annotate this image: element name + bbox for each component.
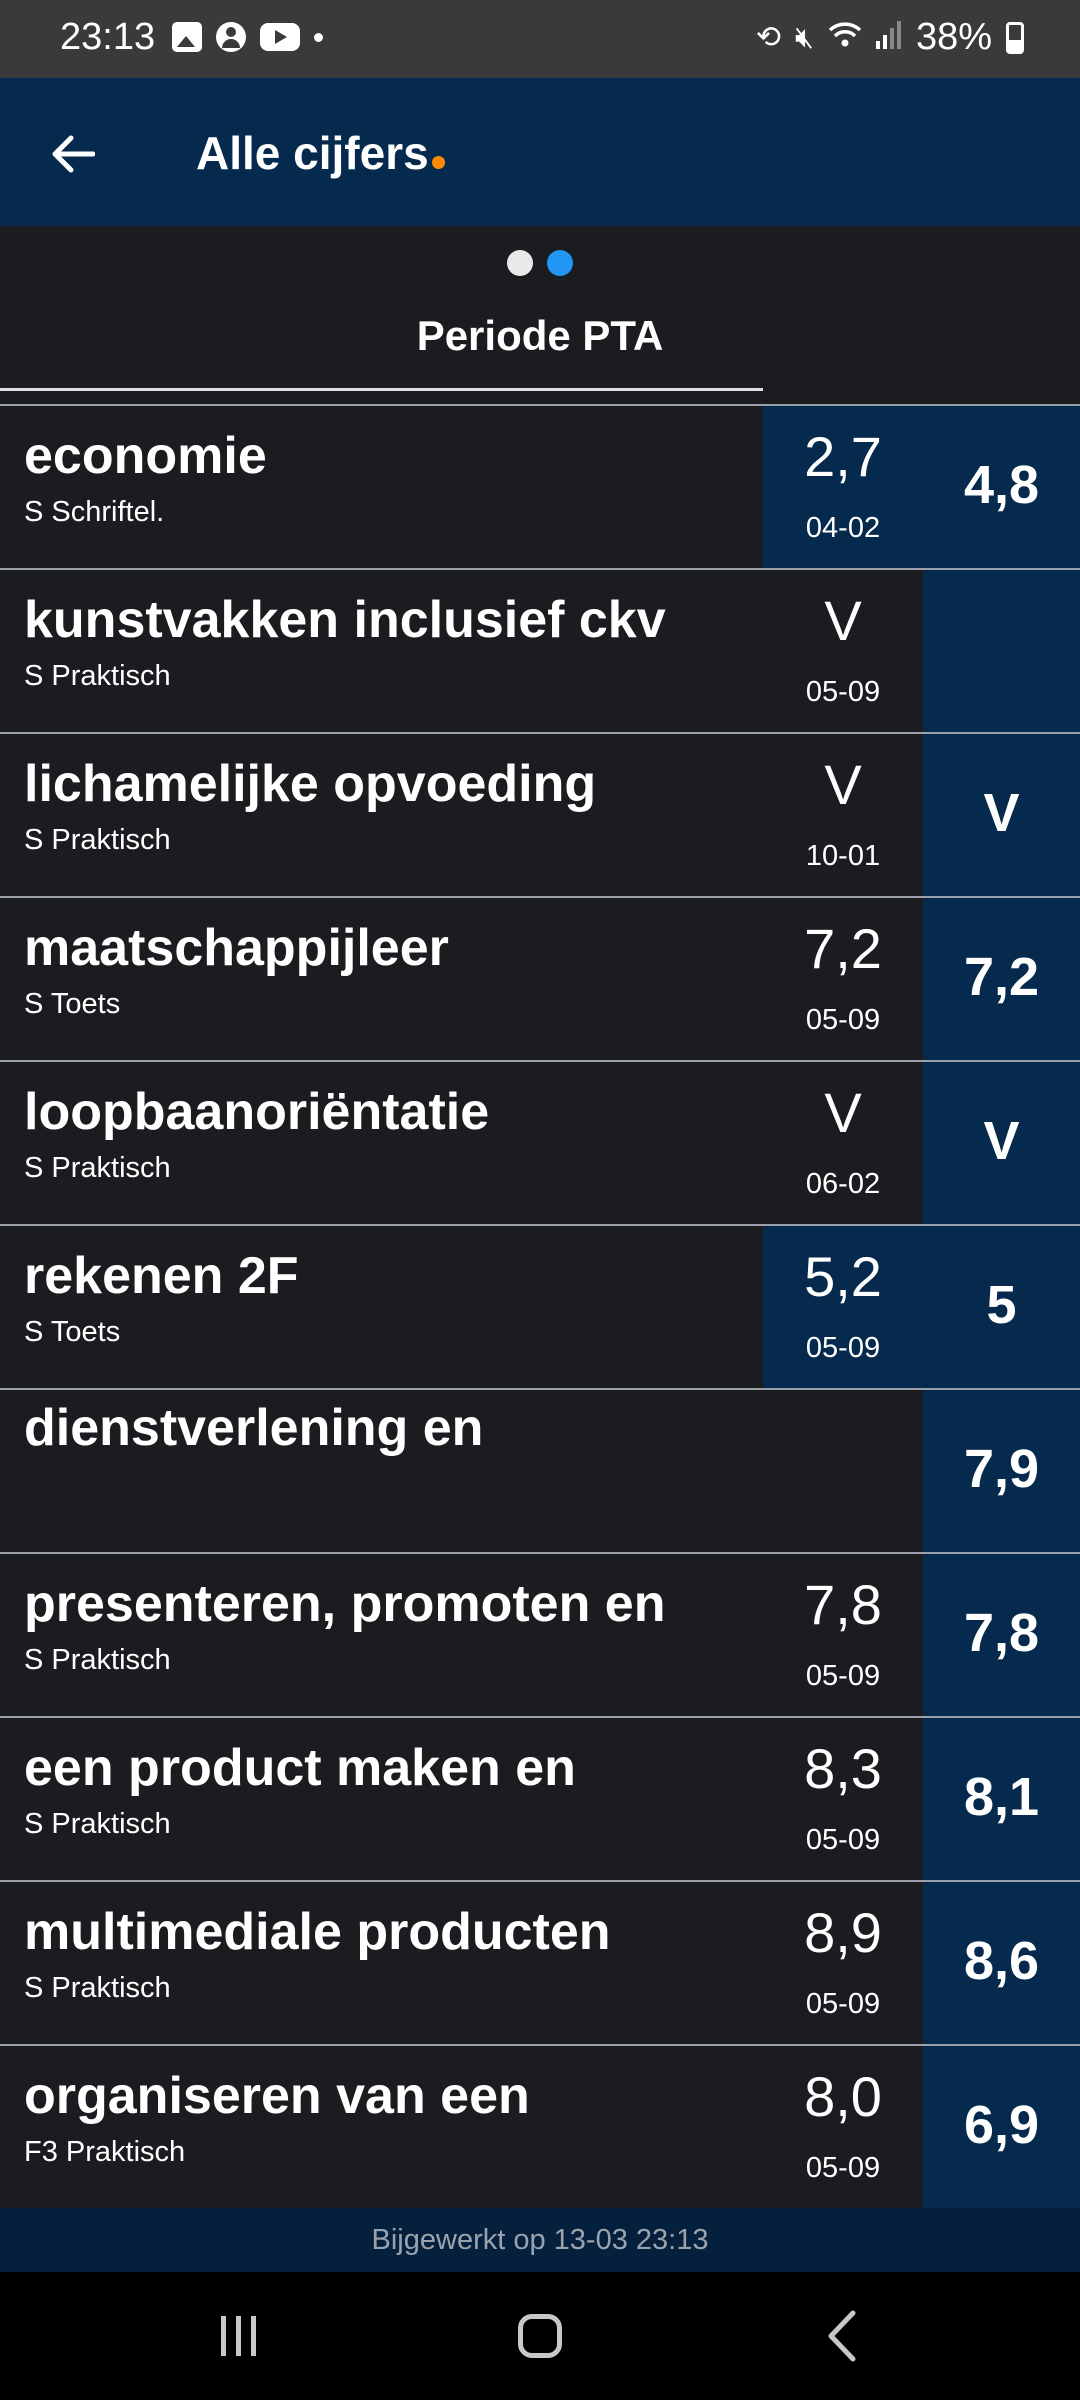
period-label: Periode PTA <box>416 312 664 359</box>
page-indicator <box>0 250 1080 276</box>
subject-name: economie <box>24 427 267 485</box>
average-grade: 5 <box>986 1275 1017 1335</box>
last-updated-text: Bijgewerkt op 13-03 23:13 <box>371 2224 709 2256</box>
title-accent-dot <box>431 156 445 169</box>
average-grade: V <box>983 1111 1020 1171</box>
grade-type: F3 Praktisch <box>24 2136 186 2168</box>
subject-name: lichamelijke opvoeding <box>24 755 597 813</box>
average-grade: 7,9 <box>963 1439 1040 1499</box>
grade-date: 05-09 <box>805 1824 881 1856</box>
signal-icon <box>875 16 902 59</box>
image-icon <box>172 22 202 52</box>
grade-date: 05-09 <box>805 2152 881 2184</box>
back-chevron-icon <box>828 2310 856 2362</box>
page-dot-2-active <box>547 250 573 276</box>
status-time: 23:13 <box>60 16 156 58</box>
average-grade: V <box>983 783 1020 843</box>
latest-grade: 8,9 <box>804 1901 882 1964</box>
latest-grade: V <box>824 589 862 652</box>
recents-button[interactable] <box>193 2302 283 2370</box>
grade-date: 05-09 <box>805 1988 881 2020</box>
latest-grade: 2,7 <box>804 425 882 488</box>
grade-type: S Toets <box>24 1316 121 1348</box>
subject-name: loopbaanoriëntatie <box>24 1083 490 1141</box>
average-grade: 8,1 <box>963 1767 1040 1827</box>
table-row[interactable]: dienstverlening en 7,9 <box>0 1388 1080 1552</box>
back-button[interactable] <box>38 120 106 188</box>
table-row[interactable]: kunstvakken inclusief ckv S Praktisch V … <box>0 568 1080 732</box>
grade-type: S Schriftel. <box>24 496 165 528</box>
subject-name: een product maken en <box>24 1739 576 1797</box>
subject-name: presenteren, promoten en <box>24 1575 666 1633</box>
app-bar: Alle cijfers <box>0 78 1080 226</box>
system-nav-bar <box>0 2272 1080 2400</box>
battery-percentage: 38% <box>915 16 992 58</box>
grade-date: 10-01 <box>805 840 881 872</box>
subject-name: maatschappijleer <box>24 919 449 977</box>
nav-back-button[interactable] <box>797 2302 887 2370</box>
page-title-text: Alle cijfers <box>196 127 429 179</box>
subject-name: organiseren van een <box>24 2067 530 2125</box>
average-grade: 7,2 <box>963 947 1040 1007</box>
grade-type: S Toets <box>24 988 121 1020</box>
subject-name: dienstverlening en <box>24 1399 484 1457</box>
home-button[interactable] <box>495 2302 585 2370</box>
grade-date: 05-09 <box>805 676 881 708</box>
youtube-icon <box>260 23 300 51</box>
table-row[interactable]: lichamelijke opvoeding S Praktisch V 10-… <box>0 732 1080 896</box>
wifi-icon <box>828 20 862 56</box>
table-row[interactable]: loopbaanoriëntatie S Praktisch V 06-02 V <box>0 1060 1080 1224</box>
latest-grade: 7,2 <box>804 917 882 980</box>
average-grade: 7,8 <box>963 1603 1040 1663</box>
last-updated-bar: Bijgewerkt op 13-03 23:13 <box>0 2208 1080 2272</box>
grade-type: S Praktisch <box>24 1152 171 1184</box>
grade-date: 05-09 <box>805 1660 881 1692</box>
grade-type: S Praktisch <box>24 824 171 856</box>
period-underline <box>0 388 763 391</box>
grade-date: 05-09 <box>805 1332 881 1364</box>
table-row[interactable]: organiseren van een F3 Praktisch 8,0 05-… <box>0 2044 1080 2208</box>
latest-grade: 7,8 <box>804 1573 882 1636</box>
table-row[interactable]: een product maken en S Praktisch 8,3 05-… <box>0 1716 1080 1880</box>
status-bar: 23:13 ⟲ 🔇︎ 38% <box>0 0 1080 78</box>
table-row[interactable]: economie S Schriftel. 2,7 04-02 4,8 <box>0 404 1080 568</box>
period-header[interactable]: Periode PTA <box>0 226 1080 391</box>
latest-grade: V <box>824 1081 862 1144</box>
status-notification-icons <box>172 22 323 52</box>
table-row[interactable]: presenteren, promoten en S Praktisch 7,8… <box>0 1552 1080 1716</box>
grade-type: S Praktisch <box>24 1808 171 1840</box>
table-row[interactable]: rekenen 2F S Toets 5,2 05-09 5 <box>0 1224 1080 1388</box>
dot-icon <box>314 32 323 42</box>
page-title: Alle cijfers <box>196 126 445 180</box>
sync-icon: ⟲ <box>755 21 782 54</box>
home-icon <box>518 2314 562 2358</box>
page-dot-1 <box>507 250 533 276</box>
grade-date: 04-02 <box>805 512 881 544</box>
subject-name: kunstvakken inclusief ckv <box>24 591 666 649</box>
recents-icon <box>220 2316 256 2356</box>
grade-date: 05-09 <box>805 1004 881 1036</box>
subject-name: multimediale producten <box>24 1903 611 1961</box>
battery-icon <box>1006 21 1024 54</box>
status-system-icons: ⟲ 🔇︎ 38% <box>756 16 1024 59</box>
mute-icon: 🔇︎ <box>795 20 814 54</box>
latest-grade: 5,2 <box>804 1245 882 1308</box>
account-icon <box>216 22 246 52</box>
table-row[interactable]: maatschappijleer S Toets 7,2 05-09 7,2 <box>0 896 1080 1060</box>
grade-type: S Praktisch <box>24 660 171 692</box>
average-grade: 6,9 <box>963 2095 1040 2155</box>
latest-grade: 8,0 <box>804 2065 882 2128</box>
subject-name: rekenen 2F <box>24 1247 299 1305</box>
row-highlight <box>923 570 1080 732</box>
table-row[interactable]: multimediale producten S Praktisch 8,9 0… <box>0 1880 1080 2044</box>
grade-type: S Praktisch <box>24 1644 171 1676</box>
grade-date: 06-02 <box>805 1168 881 1200</box>
latest-grade: V <box>824 753 862 816</box>
grade-type: S Praktisch <box>24 1972 171 2004</box>
latest-grade: 8,3 <box>804 1737 882 1800</box>
arrow-left-icon <box>52 135 95 173</box>
average-grade: 8,6 <box>963 1931 1040 1991</box>
average-grade: 4,8 <box>963 455 1040 515</box>
